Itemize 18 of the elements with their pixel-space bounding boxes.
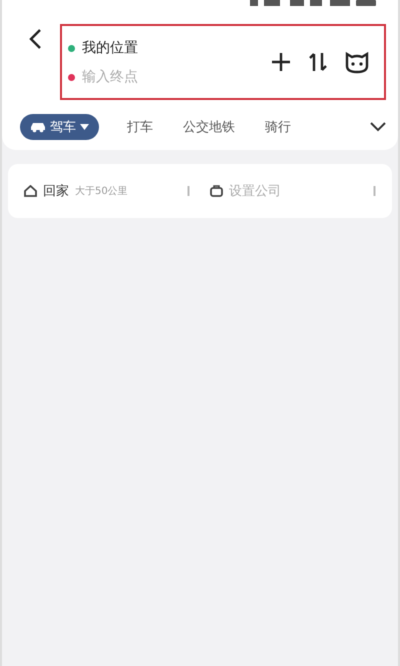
- swap-icon[interactable]: [308, 51, 328, 73]
- transport-tab[interactable]: 打车: [115, 114, 165, 140]
- briefcase-icon: [210, 185, 223, 197]
- caret-icon: [80, 124, 89, 130]
- car-icon: [30, 121, 46, 133]
- add-icon[interactable]: [270, 51, 292, 73]
- expand-chevron-icon[interactable]: [370, 122, 386, 132]
- end-dot-icon: [68, 74, 75, 80]
- transport-tab[interactable]: 驾车: [20, 114, 99, 140]
- start-dot-icon: [68, 44, 75, 52]
- home-icon: [24, 185, 37, 197]
- start-field[interactable]: 我的位置: [82, 39, 138, 57]
- shortcut-label[interactable]: 回家: [43, 182, 69, 200]
- destination-field[interactable]: 输入终点: [82, 69, 192, 85]
- cat-face-icon[interactable]: [344, 50, 370, 74]
- transport-tab[interactable]: 公交地铁: [171, 114, 247, 140]
- transport-tab[interactable]: 骑行: [253, 114, 303, 140]
- distance-note: 大于50公里: [75, 184, 128, 198]
